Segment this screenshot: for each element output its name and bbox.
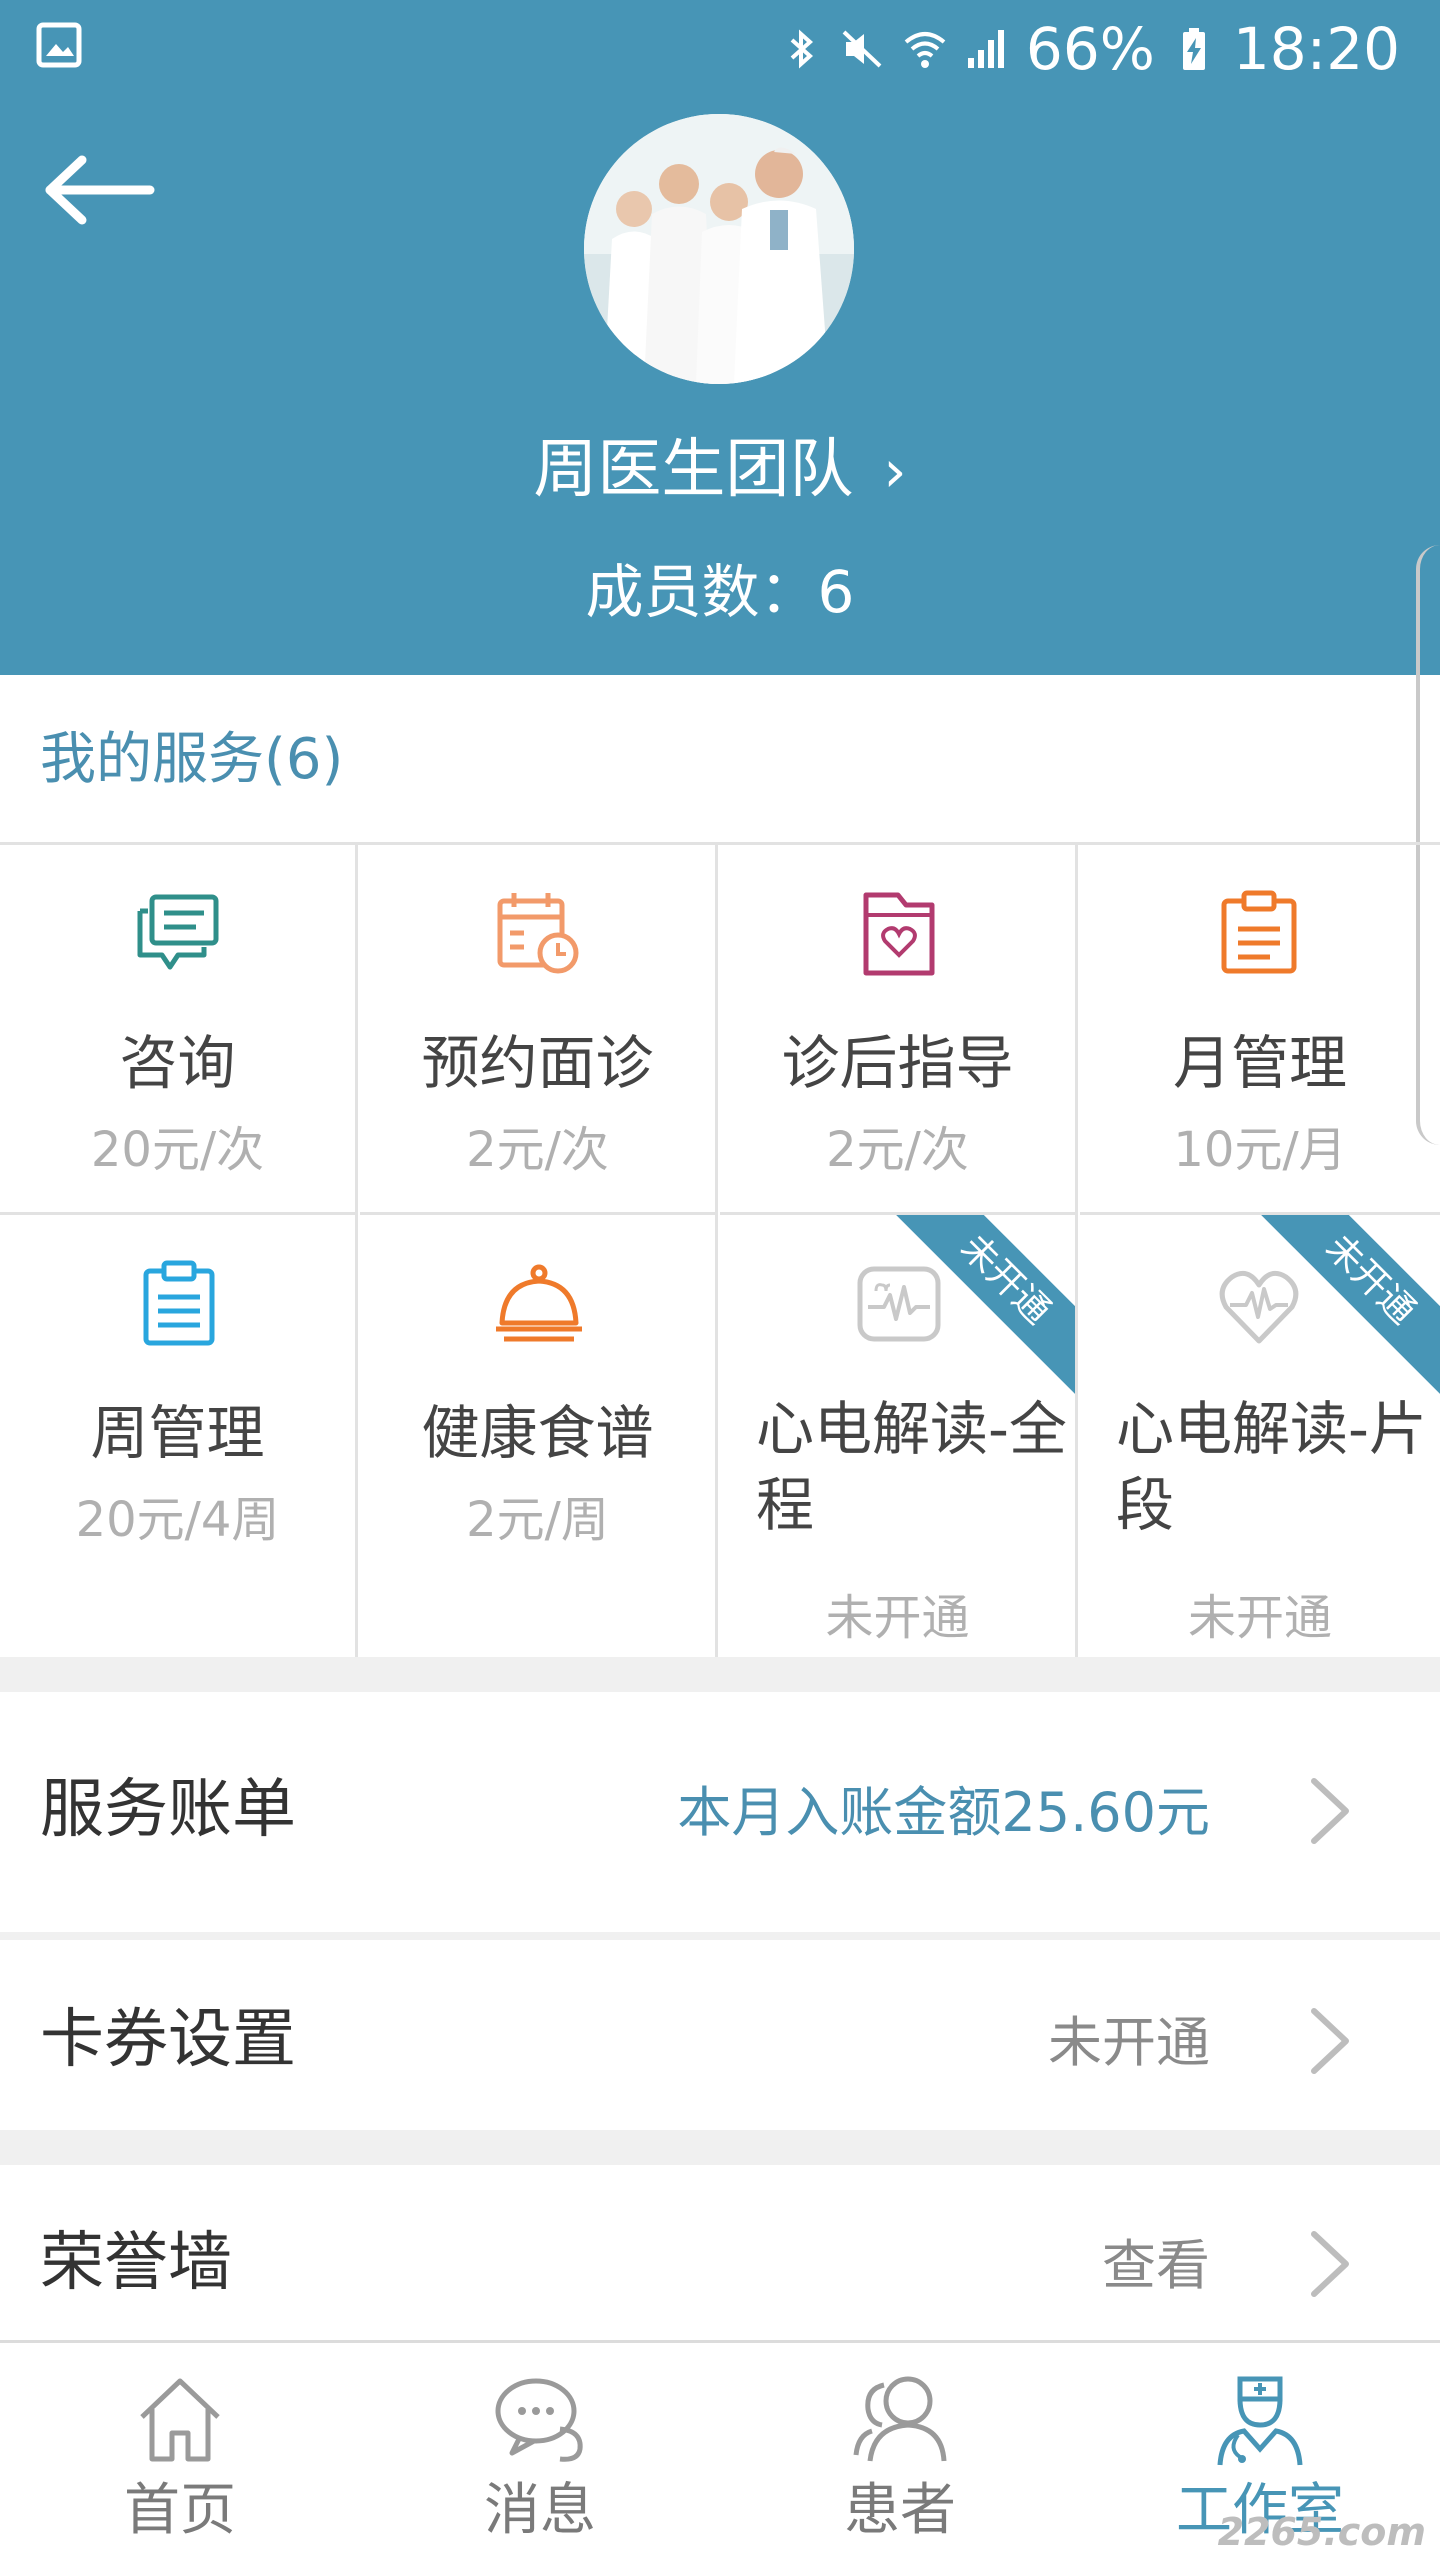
section-divider bbox=[0, 1657, 1440, 1692]
service-name: 健康食谱 bbox=[421, 1399, 654, 1467]
service-ecg-full[interactable]: 未开通 心电解读-全程 未开通 bbox=[720, 1215, 1078, 1660]
bluetooth-icon bbox=[790, 29, 813, 69]
chat-icon bbox=[137, 894, 219, 970]
back-arrow-icon[interactable] bbox=[40, 150, 160, 230]
row-label: 卡券设置 bbox=[40, 2003, 296, 2077]
service-name: 预约面诊 bbox=[421, 1029, 654, 1097]
service-name: 心电解读-全程 bbox=[756, 1395, 1067, 1539]
service-name: 月管理 bbox=[1172, 1029, 1347, 1097]
image-icon bbox=[36, 22, 82, 68]
ecg-monitor-icon bbox=[857, 1266, 941, 1342]
status-indicators: 66% 18:20 bbox=[778, 14, 1400, 84]
row-coupon-settings[interactable]: 卡券设置 未开通 bbox=[0, 1945, 1440, 2135]
nav-label: 首页 bbox=[124, 2478, 236, 2543]
message-icon bbox=[495, 2378, 583, 2462]
row-value: 查看 bbox=[1102, 2234, 1210, 2297]
service-name: 心电解读-片段 bbox=[1116, 1395, 1427, 1539]
clipboard-list-icon bbox=[143, 1260, 215, 1346]
service-price: 2元/周 bbox=[466, 1492, 609, 1548]
signal-icon bbox=[967, 30, 1004, 68]
service-appointment[interactable]: 预约面诊 2元/次 bbox=[360, 845, 718, 1215]
chevron-right-icon: › bbox=[883, 437, 907, 505]
member-count: 成员数：6 bbox=[585, 558, 855, 626]
team-name: 周医生团队 bbox=[533, 433, 854, 507]
service-name: 咨询 bbox=[119, 1029, 236, 1097]
nav-label: 消息 bbox=[484, 2478, 596, 2543]
battery-charging-icon bbox=[1182, 28, 1205, 70]
service-monthly[interactable]: 月管理 10元/月 bbox=[1080, 845, 1440, 1215]
home-icon bbox=[140, 2378, 220, 2462]
service-price: 20元/次 bbox=[90, 1122, 265, 1178]
status-bar: 66% 18:20 bbox=[0, 0, 1440, 100]
nav-label: 患者 bbox=[844, 2478, 956, 2543]
chevron-right-icon bbox=[1311, 2231, 1349, 2297]
clipboard-icon bbox=[1221, 890, 1297, 974]
team-name-link[interactable]: 周医生团队 › bbox=[0, 425, 1440, 516]
service-name: 周管理 bbox=[90, 1399, 265, 1467]
services-title: 我的服务(6) bbox=[40, 727, 344, 792]
service-aftercare[interactable]: 诊后指导 2元/次 bbox=[720, 845, 1078, 1215]
row-divider bbox=[0, 1932, 1440, 1940]
chevron-right-icon bbox=[1311, 1778, 1349, 1844]
service-name: 诊后指导 bbox=[781, 1029, 1014, 1097]
services-grid: 咨询 20元/次 预约面诊 2元/次 诊后指导 2元/次 月管理 10元/月 周… bbox=[0, 842, 1440, 1660]
team-avatar[interactable] bbox=[584, 114, 854, 384]
doctors-photo bbox=[584, 114, 854, 384]
header: 66% 18:20 周医生团队 › 成员数：6 bbox=[0, 0, 1440, 675]
service-recipe[interactable]: 健康食谱 2元/周 bbox=[360, 1215, 718, 1660]
service-price: 未开通 bbox=[825, 1590, 970, 1646]
service-price: 20元/4周 bbox=[75, 1492, 280, 1548]
patients-icon bbox=[853, 2376, 947, 2462]
service-price: 10元/月 bbox=[1173, 1122, 1347, 1178]
nav-messages[interactable]: 消息 bbox=[360, 2343, 720, 2560]
row-value: 本月入账金额25.60元 bbox=[677, 1781, 1210, 1844]
wifi-icon bbox=[904, 32, 946, 68]
calendar-clock-icon bbox=[497, 893, 579, 974]
service-price: 2元/次 bbox=[466, 1122, 609, 1178]
row-label: 服务账单 bbox=[40, 1773, 296, 1847]
service-price: 未开通 bbox=[1187, 1590, 1332, 1646]
nav-patients[interactable]: 患者 bbox=[720, 2343, 1080, 2560]
heart-ecg-icon bbox=[1219, 1270, 1299, 1344]
clock: 18:20 bbox=[1232, 15, 1400, 83]
doctor-studio-icon bbox=[1217, 2376, 1303, 2466]
folder-heart-icon bbox=[863, 892, 935, 976]
nav-home[interactable]: 首页 bbox=[0, 2343, 360, 2560]
row-service-bill[interactable]: 服务账单 本月入账金额25.60元 bbox=[0, 1715, 1440, 1905]
row-value: 未开通 bbox=[1048, 2011, 1210, 2074]
mute-icon bbox=[842, 30, 882, 68]
watermark: 2265.com bbox=[1217, 2510, 1426, 2554]
row-honor-wall[interactable]: 荣誉墙 查看 bbox=[0, 2168, 1440, 2358]
service-consult[interactable]: 咨询 20元/次 bbox=[0, 845, 358, 1215]
service-price: 2元/次 bbox=[826, 1122, 969, 1178]
cloche-icon bbox=[496, 1264, 582, 1342]
section-divider bbox=[0, 2130, 1440, 2165]
service-weekly[interactable]: 周管理 20元/4周 bbox=[0, 1215, 358, 1660]
service-ecg-segment[interactable]: 未开通 心电解读-片段 未开通 bbox=[1080, 1215, 1440, 1660]
row-label: 荣誉墙 bbox=[40, 2226, 232, 2300]
battery-percent: 66% bbox=[1025, 15, 1155, 83]
chevron-right-icon bbox=[1311, 2008, 1349, 2074]
